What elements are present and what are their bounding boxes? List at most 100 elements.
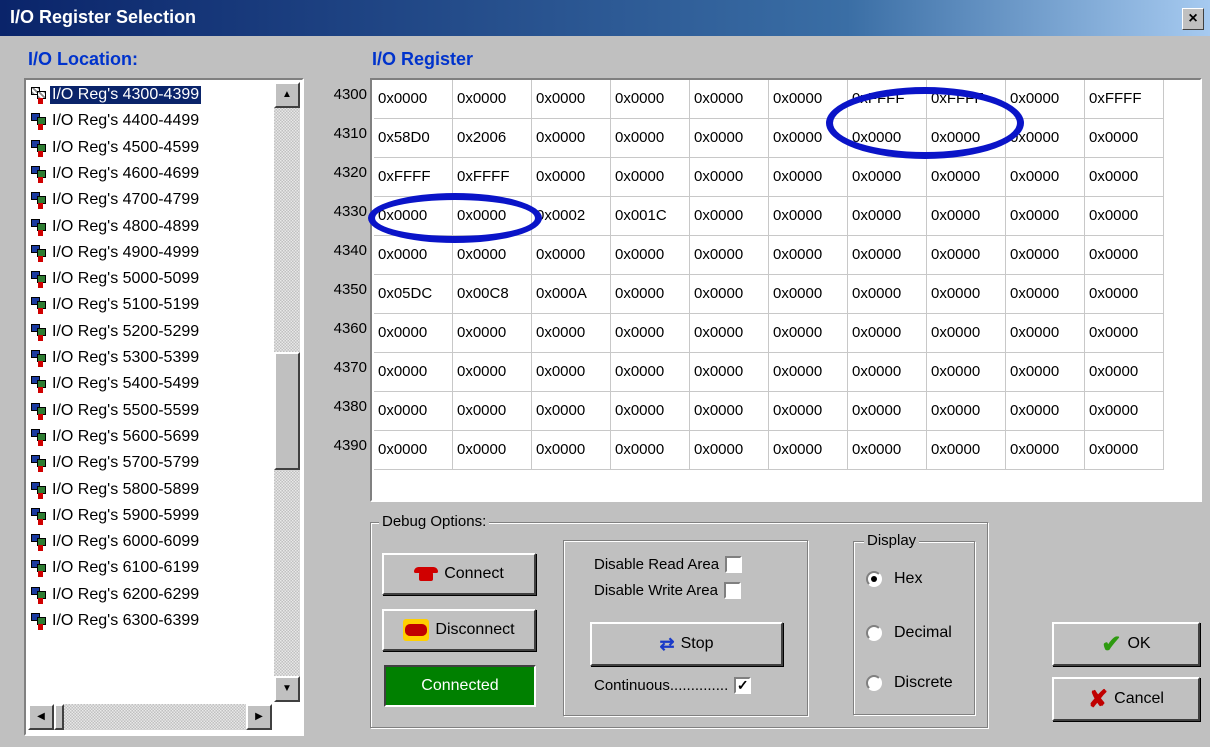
list-item[interactable]: I/O Reg's 4800-4899 — [30, 214, 201, 240]
register-cell[interactable]: 0x0000 — [690, 80, 769, 119]
close-button[interactable]: × — [1182, 8, 1204, 30]
register-cell[interactable]: 0x0000 — [374, 314, 453, 353]
register-cell[interactable]: 0x0000 — [374, 431, 453, 470]
register-cell[interactable]: 0x0000 — [690, 158, 769, 197]
register-cell[interactable]: 0x0000 — [1085, 236, 1164, 275]
register-cell[interactable]: 0x0000 — [453, 353, 532, 392]
list-item[interactable]: I/O Reg's 5000-5099 — [30, 266, 201, 292]
register-cell[interactable]: 0x0000 — [611, 275, 690, 314]
register-cell[interactable]: 0x0000 — [374, 197, 453, 236]
register-cell[interactable]: 0x0000 — [769, 392, 848, 431]
register-cell[interactable]: 0x0000 — [1006, 314, 1085, 353]
register-cell[interactable]: 0x0000 — [611, 314, 690, 353]
horizontal-scrollbar[interactable]: ◀ ▶ — [28, 704, 272, 730]
scroll-right-button[interactable]: ▶ — [246, 704, 272, 730]
register-cell[interactable]: 0x0000 — [611, 353, 690, 392]
register-cell[interactable]: 0x001C — [611, 197, 690, 236]
list-item[interactable]: I/O Reg's 5400-5499 — [30, 371, 201, 397]
register-cell[interactable]: 0x0000 — [611, 431, 690, 470]
register-cell[interactable]: 0x0000 — [611, 158, 690, 197]
register-cell[interactable]: 0x0000 — [848, 431, 927, 470]
list-item[interactable]: I/O Reg's 4900-4999 — [30, 240, 201, 266]
register-cell[interactable]: 0x0000 — [374, 80, 453, 119]
list-item[interactable]: I/O Reg's 6300-6399 — [30, 608, 201, 634]
list-item[interactable]: I/O Reg's 6100-6199 — [30, 555, 201, 581]
register-cell[interactable]: 0x2006 — [453, 119, 532, 158]
register-cell[interactable]: 0x0000 — [848, 392, 927, 431]
connect-button[interactable]: Connect — [382, 553, 536, 595]
list-item[interactable]: I/O Reg's 5200-5299 — [30, 319, 201, 345]
vertical-scroll-thumb[interactable] — [274, 352, 300, 470]
scroll-up-button[interactable]: ▲ — [274, 82, 300, 108]
register-cell[interactable]: 0x00C8 — [453, 275, 532, 314]
register-cell[interactable]: 0x0000 — [1085, 158, 1164, 197]
register-cell[interactable]: 0x0000 — [690, 236, 769, 275]
register-cell[interactable]: 0x0000 — [1085, 431, 1164, 470]
register-cell[interactable]: 0x0000 — [532, 353, 611, 392]
register-cell[interactable]: 0x0000 — [848, 275, 927, 314]
register-cell[interactable]: 0x0000 — [769, 431, 848, 470]
register-cell[interactable]: 0x0000 — [1085, 275, 1164, 314]
register-cell[interactable]: 0x0000 — [927, 158, 1006, 197]
list-item[interactable]: I/O Reg's 6000-6099 — [30, 529, 201, 555]
register-cell[interactable]: 0x0000 — [769, 236, 848, 275]
stop-button[interactable]: ⇄ Stop — [590, 622, 783, 666]
register-cell[interactable]: 0x0000 — [690, 431, 769, 470]
register-cell[interactable]: 0x0000 — [1006, 275, 1085, 314]
register-cell[interactable]: 0x0000 — [1006, 392, 1085, 431]
register-grid[interactable]: 0x0000 0x0000 0x0000 0x0000 0x0000 0x0000 0xFF… — [370, 78, 1202, 502]
register-cell[interactable]: 0x0000 — [453, 236, 532, 275]
register-cell[interactable]: 0x0000 — [1006, 431, 1085, 470]
register-cell[interactable]: 0x0000 — [532, 80, 611, 119]
register-cell[interactable]: 0x0000 — [927, 236, 1006, 275]
register-cell[interactable]: 0x0000 — [453, 314, 532, 353]
radio-discrete[interactable]: Discrete — [866, 674, 953, 692]
register-cell[interactable]: 0x0000 — [927, 119, 1006, 158]
list-item[interactable]: I/O Reg's 5900-5999 — [30, 503, 201, 529]
register-cell[interactable]: 0x0000 — [532, 236, 611, 275]
register-cell[interactable]: 0x0000 — [453, 431, 532, 470]
continuous-checkbox[interactable]: ✓ — [734, 677, 752, 694]
register-cell[interactable]: 0x58D0 — [374, 119, 453, 158]
list-item[interactable]: I/O Reg's 4600-4699 — [30, 161, 201, 187]
register-cell[interactable]: 0xFFFF — [374, 158, 453, 197]
register-cell[interactable]: 0x0000 — [927, 431, 1006, 470]
register-cell[interactable]: 0x0000 — [532, 392, 611, 431]
register-cell[interactable]: 0x0000 — [1085, 119, 1164, 158]
horizontal-scroll-thumb[interactable] — [54, 704, 64, 730]
register-cell[interactable]: 0xFFFF — [453, 158, 532, 197]
io-location-list[interactable]: I/O Reg's 4300-4399 I/O Reg's 4400-4499 I/… — [24, 78, 304, 736]
register-cell[interactable]: 0x000A — [532, 275, 611, 314]
register-cell[interactable]: 0x0000 — [1085, 353, 1164, 392]
register-cell[interactable]: 0x0000 — [532, 158, 611, 197]
register-cell[interactable]: 0x0000 — [374, 353, 453, 392]
register-cell[interactable]: 0x0000 — [1085, 197, 1164, 236]
register-cell[interactable]: 0x0000 — [927, 392, 1006, 431]
register-cell[interactable]: 0x0000 — [453, 197, 532, 236]
register-cell[interactable]: 0x0000 — [690, 392, 769, 431]
register-cell[interactable]: 0x0000 — [611, 392, 690, 431]
list-item[interactable]: I/O Reg's 5800-5899 — [30, 477, 201, 503]
radio-decimal[interactable]: Decimal — [866, 624, 952, 642]
register-cell[interactable]: 0x0000 — [927, 353, 1006, 392]
list-item[interactable]: I/O Reg's 5100-5199 — [30, 292, 201, 318]
register-cell[interactable]: 0x0000 — [1006, 158, 1085, 197]
radio-discrete-indicator[interactable] — [866, 675, 882, 691]
scroll-left-button[interactable]: ◀ — [28, 704, 54, 730]
register-cell[interactable]: 0x0000 — [453, 80, 532, 119]
register-cell[interactable]: 0x0000 — [848, 236, 927, 275]
disable-write-checkbox[interactable] — [723, 582, 741, 599]
register-cell[interactable]: 0x0000 — [1085, 314, 1164, 353]
ok-button[interactable]: ✔ OK — [1052, 622, 1200, 666]
register-cell[interactable]: 0x0000 — [1006, 119, 1085, 158]
register-cell[interactable]: 0x0000 — [532, 431, 611, 470]
register-cell[interactable]: 0x0000 — [769, 353, 848, 392]
cancel-button[interactable]: ✘ Cancel — [1052, 677, 1200, 721]
register-cell[interactable]: 0x0000 — [769, 197, 848, 236]
register-cell[interactable]: 0x0000 — [1085, 392, 1164, 431]
register-cell[interactable]: 0x0002 — [532, 197, 611, 236]
list-item[interactable]: I/O Reg's 4400-4499 — [30, 108, 201, 134]
register-cell[interactable]: 0x0000 — [690, 314, 769, 353]
register-cell[interactable]: 0x0000 — [374, 236, 453, 275]
register-cell[interactable]: 0x0000 — [848, 353, 927, 392]
